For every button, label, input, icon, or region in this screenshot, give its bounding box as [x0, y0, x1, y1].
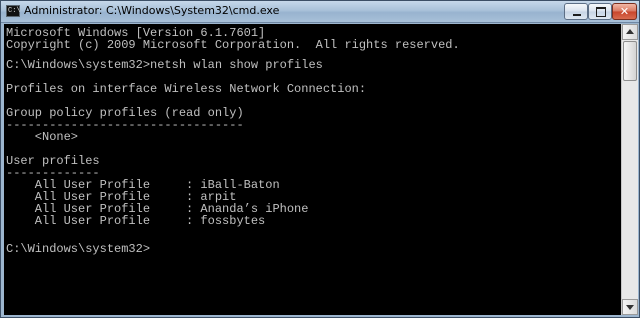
title-bar[interactable]: C:\ Administrator: C:\Windows\System32\c…	[1, 1, 639, 23]
console-output[interactable]: Microsoft Windows [Version 6.1.7601] Cop…	[4, 24, 621, 315]
console-line: Profiles on interface Wireless Network C…	[6, 82, 367, 96]
maximize-button[interactable]	[588, 3, 612, 20]
console-line: All User Profile : fossbytes	[6, 214, 266, 228]
arrow-up-icon	[626, 29, 634, 34]
command-prompt: C:\Windows\system32>	[6, 242, 151, 256]
scroll-down-button[interactable]	[622, 299, 638, 315]
window-title: Administrator: C:\Windows\System32\cmd.e…	[24, 4, 280, 17]
maximize-icon	[596, 7, 606, 17]
cmd-icon-glyph: C:\	[8, 7, 21, 15]
minimize-icon	[573, 14, 581, 16]
scroll-up-button[interactable]	[622, 24, 638, 40]
close-icon: ✕	[619, 5, 630, 18]
arrow-down-icon	[626, 305, 634, 310]
scroll-thumb[interactable]	[623, 41, 637, 81]
console-line: <None>	[6, 130, 79, 144]
cmd-app-icon[interactable]: C:\	[6, 5, 21, 17]
vertical-scrollbar[interactable]	[621, 24, 638, 315]
console-line: Copyright (c) 2009 Microsoft Corporation…	[6, 38, 460, 52]
cmd-window: C:\ Administrator: C:\Windows\System32\c…	[0, 0, 640, 318]
console-line: C:\Windows\system32>netsh wlan show prof…	[6, 58, 323, 72]
minimize-button[interactable]	[564, 3, 588, 20]
close-button[interactable]: ✕	[612, 3, 637, 20]
